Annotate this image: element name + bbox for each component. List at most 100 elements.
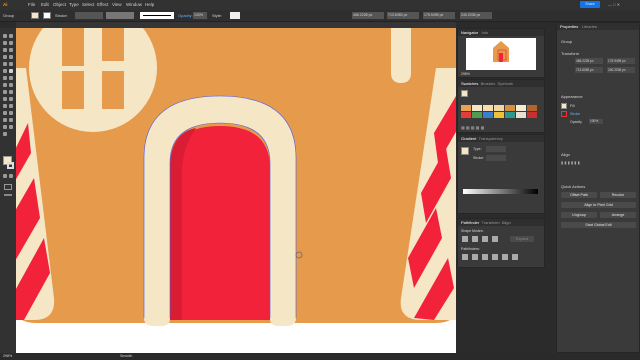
swatches-footer-icons[interactable]: ▦ ▦ ▦ ▦ ▦ [461,125,541,130]
menu-window[interactable]: Window [126,2,142,7]
x-field[interactable]: 466.2228 px [352,12,384,19]
magic-wand-tool-icon[interactable] [3,41,7,45]
graphic-style-swatch[interactable] [230,12,240,19]
blend-tool-icon[interactable] [3,111,7,115]
status-current-tool[interactable]: Smooth [120,354,132,358]
tab-gradient[interactable]: Gradient [461,136,476,141]
pencil-tool-icon[interactable] [3,69,7,73]
appearance-stroke-label[interactable]: Stroke [570,112,580,116]
fill-swatch[interactable] [31,12,39,19]
rectangle-tool-icon[interactable] [3,62,7,66]
graph-tool-icon[interactable] [3,118,7,122]
gradient-type-buttons[interactable] [486,146,506,152]
swatch[interactable] [516,112,526,118]
expand-button[interactable]: Expand [510,236,534,242]
paintbrush-tool-icon[interactable] [9,62,13,66]
h-field[interactable]: 240.2036 px [460,12,492,19]
opacity-label[interactable]: Opacity: [178,13,193,18]
minus-back-icon[interactable] [512,254,518,260]
tab-info[interactable]: Info [481,30,488,35]
gradient-stroke-buttons[interactable] [486,155,506,161]
zoom-tool-icon[interactable] [3,132,7,136]
menu-view[interactable]: View [112,2,122,7]
menu-select[interactable]: Select [82,2,95,7]
edit-toolbar-icon[interactable] [4,194,12,196]
tab-transparency[interactable]: Transparency [479,136,503,141]
gradient-slider[interactable] [463,189,538,194]
tab-pathfinder[interactable]: Pathfinder [461,220,479,225]
pen-tool-icon[interactable] [3,48,7,52]
swatch[interactable] [472,112,482,118]
merge-icon[interactable] [482,254,488,260]
swatch[interactable] [527,105,537,111]
swatch[interactable] [461,105,471,111]
prop-x-field[interactable]: 466.2228 px [575,58,603,64]
appearance-opacity-field[interactable]: 100% [589,119,603,124]
y-field[interactable]: 713.6083 px [387,12,419,19]
tab-brushes[interactable]: Brushes [481,81,496,86]
trim-icon[interactable] [472,254,478,260]
tab-properties[interactable]: Properties [560,24,578,29]
outline-icon[interactable] [502,254,508,260]
tab-transform[interactable]: Transform [481,220,499,225]
arrange-button[interactable]: Arrange [600,212,636,218]
crop-icon[interactable] [492,254,498,260]
swatch[interactable] [516,105,526,111]
mesh-tool-icon[interactable] [9,97,13,101]
tab-align[interactable]: Align [502,220,511,225]
swatch[interactable] [494,105,504,111]
hand-tool-icon[interactable] [9,125,13,129]
stroke-weight-field[interactable] [75,12,103,19]
line-tool-icon[interactable] [9,55,13,59]
direct-selection-tool-icon[interactable] [9,34,13,38]
swatch[interactable] [483,112,493,118]
prop-h-field[interactable]: 240.2036 px [607,67,635,73]
shape-builder-tool-icon[interactable] [9,90,13,94]
gradient-swatch[interactable] [461,147,469,155]
swatch[interactable] [472,105,482,111]
selection-tool-icon[interactable] [3,34,7,38]
tab-symbols[interactable]: Symbols [498,81,513,86]
stroke-color-icon[interactable] [7,162,14,169]
menu-effect[interactable]: Effect [97,2,108,7]
swatch[interactable] [494,112,504,118]
align-to-pixel-grid-button[interactable]: Align to Pixel Grid [561,202,636,208]
prop-y-field[interactable]: 713.6083 px [575,67,603,73]
status-zoom[interactable]: 298% [3,354,12,358]
symbol-sprayer-tool-icon[interactable] [9,111,13,115]
exclude-icon[interactable] [492,236,498,242]
w-field[interactable]: 175.9495 px [423,12,455,19]
swatch[interactable] [527,112,537,118]
menu-type[interactable]: Type [69,2,79,7]
scale-tool-icon[interactable] [3,83,7,87]
lasso-tool-icon[interactable] [9,41,13,45]
menu-file[interactable]: File [28,2,35,7]
prop-w-field[interactable]: 175.9495 px [607,58,635,64]
eraser-tool-icon[interactable] [3,76,7,80]
swatch[interactable] [461,112,471,118]
free-transform-tool-icon[interactable] [3,90,7,94]
menu-help[interactable]: Help [145,2,154,7]
gingerbread-house-artwork[interactable] [16,28,456,353]
start-global-edit-button[interactable]: Start Global Edit [561,222,636,228]
none-mode-icon[interactable] [9,174,13,178]
app-logo-icon[interactable]: Ai [3,2,8,7]
type-tool-icon[interactable] [3,55,7,59]
slice-tool-icon[interactable] [3,125,7,129]
swatch[interactable] [505,105,515,111]
ungroup-button[interactable]: Ungroup [561,212,597,218]
artboard-canvas[interactable] [16,28,456,353]
perspective-grid-tool-icon[interactable] [3,97,7,101]
opacity-field[interactable]: 100% [193,12,207,19]
window-controls[interactable]: — □ ✕ [608,2,636,7]
divide-icon[interactable] [462,254,468,260]
tab-navigator[interactable]: Navigator [461,30,478,35]
appearance-stroke-swatch[interactable] [561,111,567,117]
menu-edit[interactable]: Edit [41,2,49,7]
stroke-swatch[interactable] [43,12,51,19]
swatch-fill-indicator[interactable] [461,90,468,97]
offset-path-button[interactable]: Offset Path [561,192,597,198]
navigator-zoom-value[interactable]: 298% [461,72,470,76]
menu-object[interactable]: Object [53,2,66,7]
align-buttons-icon[interactable]: ▮ ▮ ▮ ▮ ▮ ▮ [561,160,633,166]
